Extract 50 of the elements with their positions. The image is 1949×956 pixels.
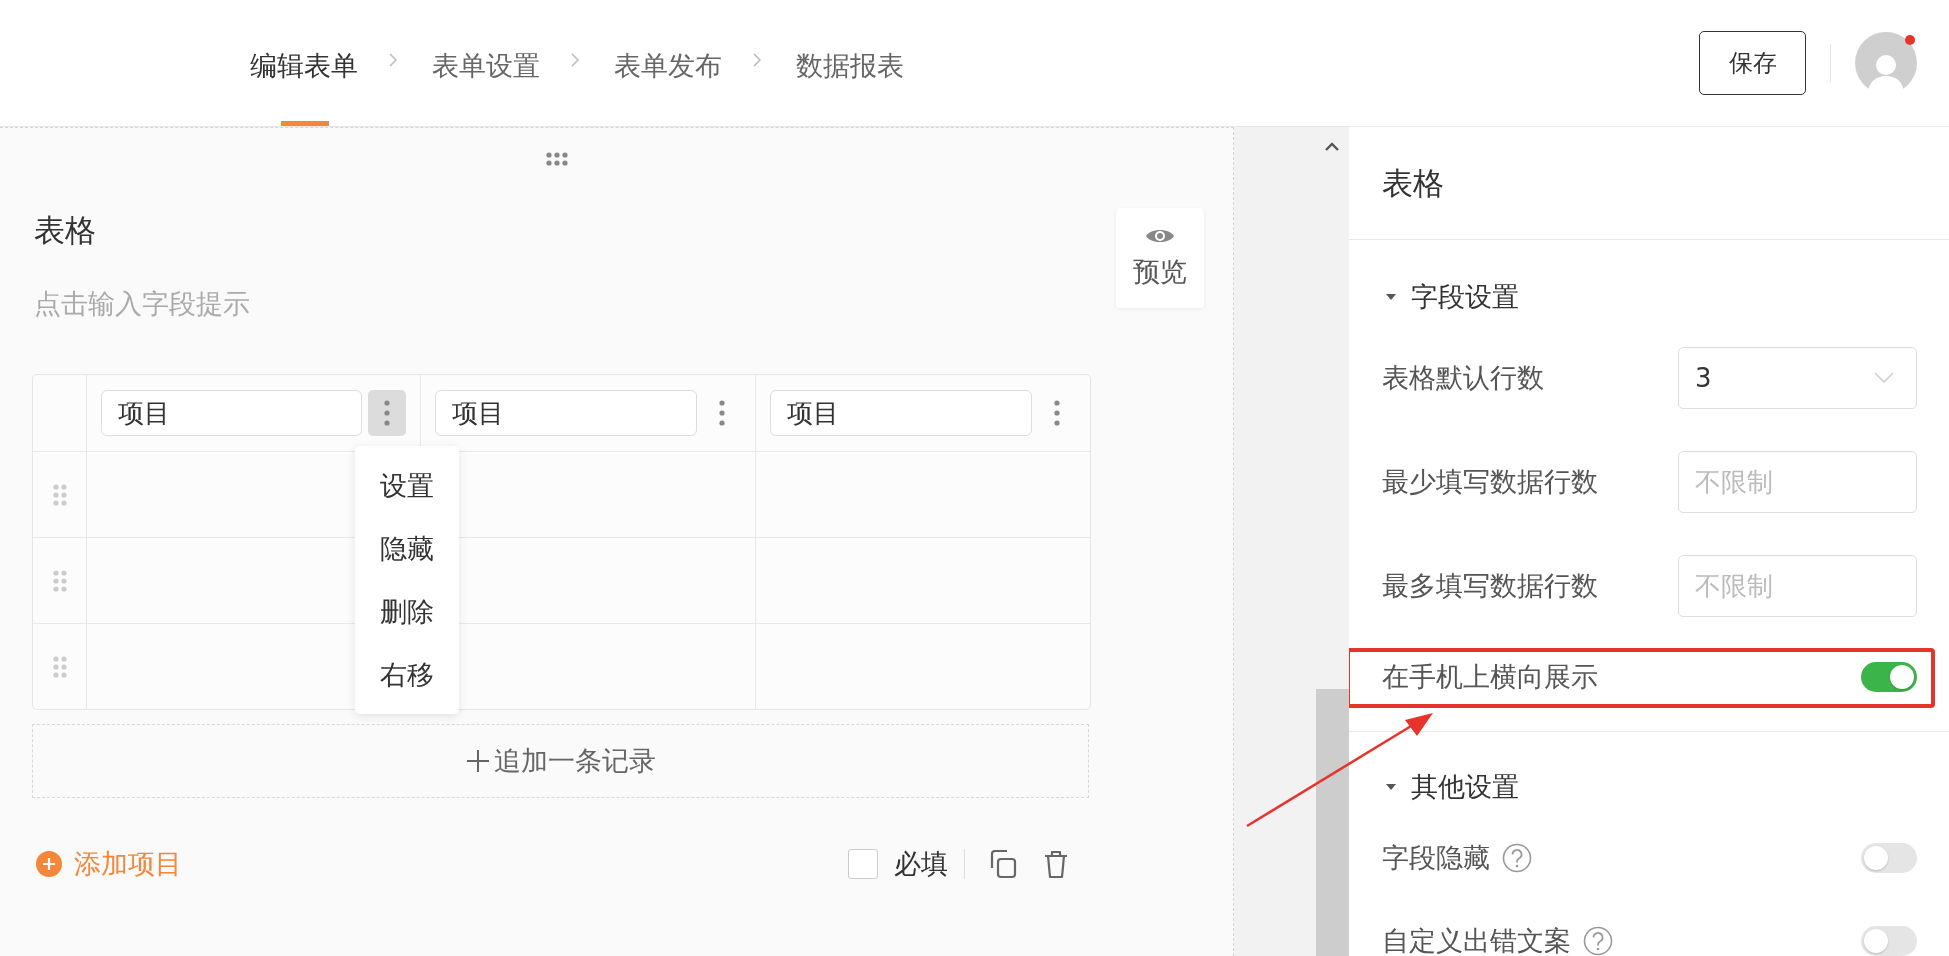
menu-item[interactable]: 隐藏 (355, 517, 459, 580)
chevron-right-icon (752, 52, 762, 68)
drag-handle-icon (52, 655, 67, 678)
column-name-field[interactable]: 项目 (435, 390, 697, 436)
drag-handle-icon (52, 483, 67, 506)
field-label: 在手机上横向展示 (1382, 660, 1598, 694)
chevron-down-icon (1874, 372, 1894, 384)
chevron-right-icon (388, 52, 398, 68)
menu-item[interactable]: 删除 (355, 580, 459, 643)
required-checkbox[interactable] (848, 849, 878, 879)
kebab-icon (1054, 400, 1060, 426)
chevron-up-icon[interactable] (1324, 141, 1340, 151)
required-label: 必填 (894, 847, 948, 881)
column-name-field[interactable]: 项目 (101, 390, 363, 436)
more-button[interactable] (368, 390, 407, 436)
toggle-switch[interactable] (1861, 843, 1917, 873)
step-tab[interactable]: 数据报表 (796, 0, 904, 126)
toggle-switch[interactable] (1861, 662, 1917, 692)
preview-button[interactable]: 预览 (1116, 208, 1204, 308)
toggle-switch[interactable] (1861, 926, 1917, 956)
field-label: 最少填写数据行数 (1382, 465, 1598, 499)
field-label: 最多填写数据行数 (1382, 569, 1598, 603)
section-header[interactable]: 其他设置 (1382, 732, 1917, 818)
copy-icon[interactable] (989, 849, 1017, 879)
add-record-button[interactable]: 追加一条记录 (32, 724, 1089, 798)
field-hint: 点击输入字段提示 (34, 287, 250, 321)
section-header[interactable]: 字段设置 (1382, 240, 1917, 326)
input-field[interactable]: 不限制 (1678, 555, 1917, 617)
chevron-right-icon (570, 52, 580, 68)
drag-handle-icon (546, 152, 568, 166)
step-tab[interactable]: 表单设置 (432, 0, 540, 126)
row-count-dropdown[interactable]: 3 (1678, 347, 1917, 409)
save-button[interactable]: 保存 (1699, 31, 1806, 95)
column-name-field[interactable]: 项目 (769, 390, 1032, 436)
menu-item[interactable]: 设置 (355, 454, 459, 517)
menu-item[interactable]: 右移 (355, 643, 459, 706)
field-label: 自定义出错文案 (1382, 924, 1571, 956)
step-tab[interactable]: 表单发布 (614, 0, 722, 126)
field-label: 字段隐藏 (1382, 841, 1490, 875)
field-label: 表格默认行数 (1382, 361, 1544, 395)
kebab-icon (384, 400, 391, 426)
panel-title: 表格 (1349, 127, 1949, 240)
field-title: 表格 (34, 211, 96, 250)
input-field[interactable]: 不限制 (1678, 451, 1917, 513)
plus-circle-icon (36, 851, 62, 877)
scrollbar-thumb[interactable] (1316, 689, 1349, 956)
drag-handle-icon (52, 569, 67, 592)
plus-icon (465, 749, 490, 773)
trash-icon[interactable] (1043, 849, 1069, 879)
kebab-icon (718, 400, 725, 426)
